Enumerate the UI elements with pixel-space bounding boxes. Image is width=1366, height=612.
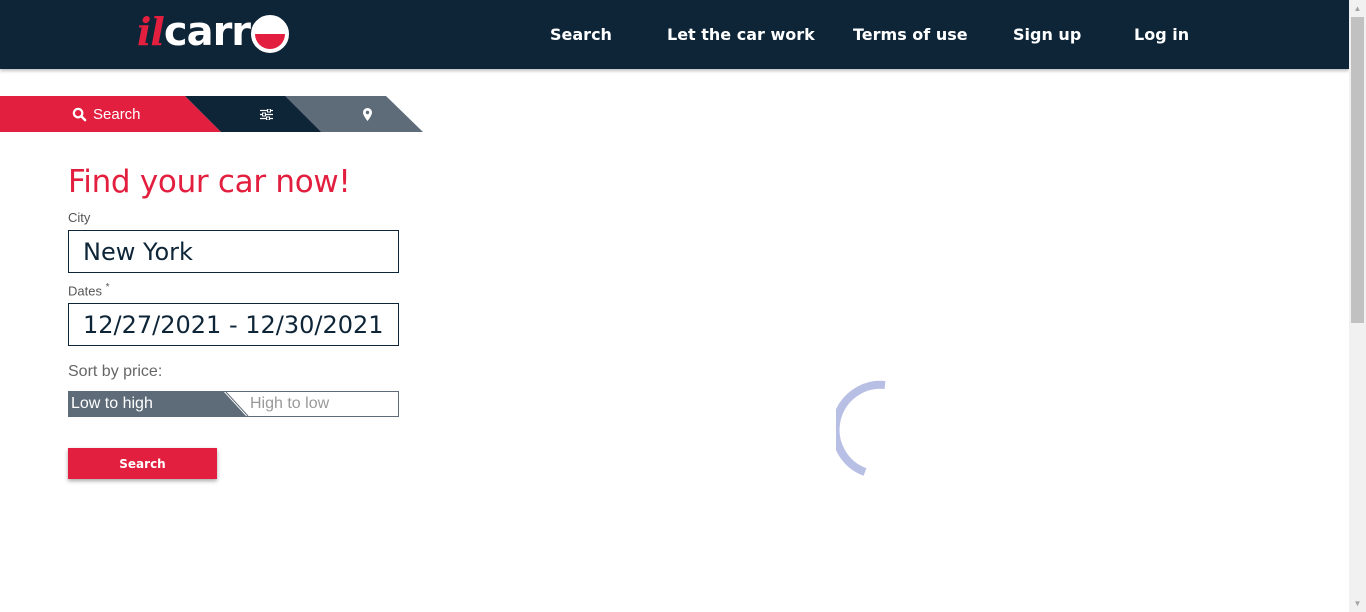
- tab-search[interactable]: Search: [0, 96, 221, 132]
- city-field[interactable]: [68, 230, 399, 273]
- search-icon: [72, 107, 87, 121]
- logo-car-icon: [251, 15, 290, 53]
- sort-high-label: High to low: [250, 395, 330, 412]
- loading-spinner-icon: [836, 380, 886, 476]
- tab-search-label: Search: [93, 105, 141, 123]
- map-marker-icon: [363, 108, 372, 121]
- nav-log-in[interactable]: Log in: [1134, 0, 1189, 69]
- dates-label-text: Dates: [68, 283, 102, 299]
- sort-label: Sort by price:: [68, 363, 163, 380]
- sort-toggle: Low to high High to low: [68, 391, 399, 417]
- required-asterisk: *: [105, 282, 110, 293]
- nav-search[interactable]: Search: [550, 0, 612, 69]
- sort-high-to-low[interactable]: High to low: [250, 392, 398, 416]
- page-title: Find your car now!: [68, 164, 351, 200]
- sort-low-label: Low to high: [71, 395, 153, 412]
- nav-sign-up[interactable]: Sign up: [1013, 0, 1081, 69]
- scroll-up-arrow-icon[interactable]: ▲: [1349, 0, 1366, 17]
- page-scrollbar[interactable]: ▲ ▼: [1349, 0, 1366, 612]
- nav-let-the-car-work[interactable]: Let the car work: [667, 0, 815, 69]
- logo-il-text: il: [137, 9, 165, 54]
- city-input[interactable]: [83, 231, 398, 272]
- city-label: City: [68, 210, 91, 225]
- search-button[interactable]: Search: [68, 448, 217, 479]
- logo-carr-text: carr: [163, 9, 251, 55]
- search-tabs: Search: [0, 96, 430, 132]
- nav-terms-of-use[interactable]: Terms of use: [853, 0, 968, 69]
- dates-label: Dates *: [68, 282, 110, 298]
- sort-low-to-high[interactable]: Low to high: [69, 392, 246, 416]
- sliders-icon: [260, 109, 273, 120]
- dates-field[interactable]: [68, 303, 399, 346]
- dates-input[interactable]: [83, 304, 398, 345]
- ilcarro-logo[interactable]: il carr: [137, 9, 290, 55]
- scroll-down-arrow-icon[interactable]: ▼: [1349, 595, 1366, 612]
- top-navbar: il carr Search Let the car work Terms of…: [0, 0, 1349, 69]
- sort-divider: [225, 392, 249, 416]
- scrollbar-thumb[interactable]: [1351, 17, 1364, 323]
